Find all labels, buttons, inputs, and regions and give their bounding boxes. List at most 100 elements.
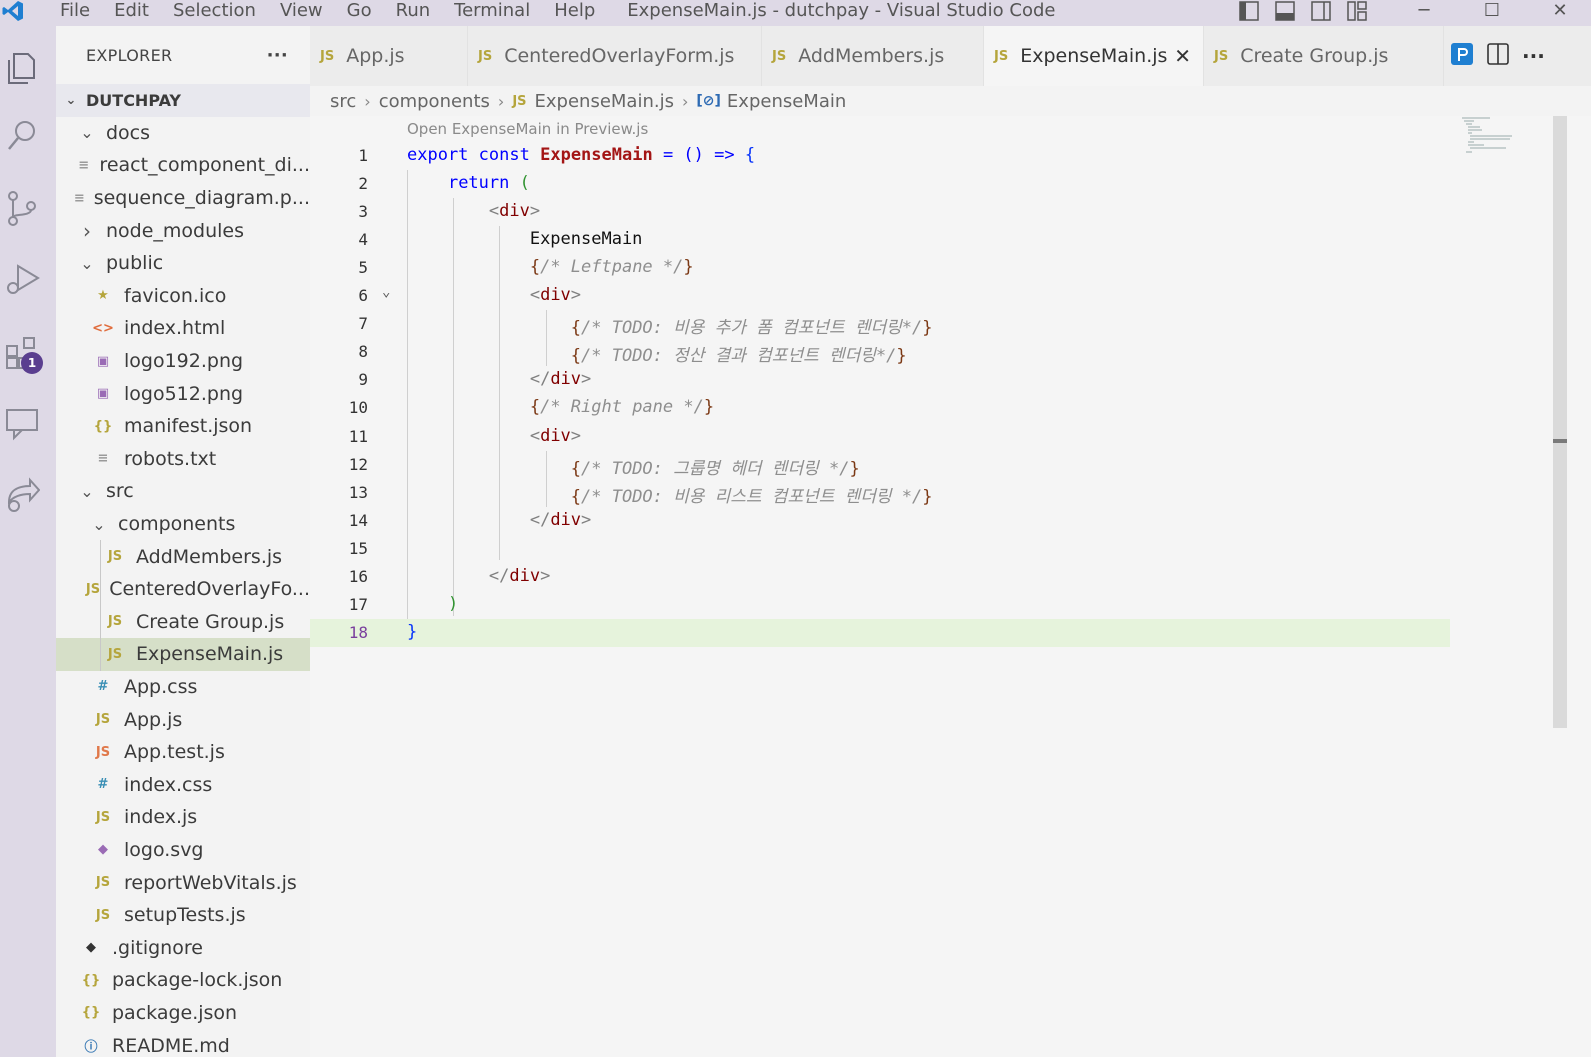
toggle-panel-icon[interactable] <box>1274 0 1296 22</box>
tree-item[interactable]: JS reportWebVitals.js <box>56 866 310 899</box>
js-file-icon: JS <box>772 48 787 64</box>
tree-item[interactable]: JS index.js <box>56 801 310 834</box>
explorer-icon[interactable] <box>2 44 42 88</box>
tree-item[interactable]: ≡ sequence_diagram.p... <box>56 182 310 215</box>
breadcrumb-symbol[interactable]: ExpenseMain <box>727 91 846 112</box>
window-title: ExpenseMain.js - dutchpay - Visual Studi… <box>627 0 1056 21</box>
tree-item[interactable]: {} package.json <box>56 997 310 1030</box>
tree-item[interactable]: JS App.js <box>56 703 310 736</box>
remote-explorer-icon[interactable] <box>2 400 42 444</box>
text-file-icon: ≡ <box>97 451 109 467</box>
toggle-secondary-sidebar-icon[interactable] <box>1310 0 1332 22</box>
menu-file[interactable]: File <box>48 0 102 26</box>
info-icon: ⓘ <box>84 1040 98 1056</box>
customize-layout-icon[interactable] <box>1346 0 1368 22</box>
tree-item[interactable]: ≡ robots.txt <box>56 443 310 476</box>
run-debug-icon[interactable] <box>2 256 42 300</box>
css-file-icon: # <box>97 679 109 695</box>
source-control-icon[interactable] <box>2 186 42 230</box>
tree-item-label: react_component_di... <box>99 154 310 177</box>
menu-run[interactable]: Run <box>384 0 443 26</box>
tree-indent-guide <box>100 540 101 573</box>
tab-create-group-js[interactable]: JS Create Group.js <box>1204 26 1444 86</box>
tab-expense-main-js[interactable]: JS ExpenseMain.js ✕ <box>984 26 1204 86</box>
breadcrumb-components[interactable]: components <box>379 91 490 112</box>
tree-item[interactable]: JS ExpenseMain.js <box>56 638 310 671</box>
menu-selection[interactable]: Selection <box>161 0 268 26</box>
tree-item[interactable]: # App.css <box>56 671 310 704</box>
code-text: </div> <box>529 369 592 389</box>
preview-js-icon[interactable] <box>1450 42 1474 70</box>
tree-item[interactable]: ◆ logo.svg <box>56 834 310 867</box>
chevron-right-icon: › <box>497 91 505 111</box>
tree-item[interactable]: {} package-lock.json <box>56 964 310 997</box>
chevron-right-icon: › <box>364 91 371 111</box>
minimap[interactable] <box>1460 116 1530 156</box>
menu-go[interactable]: Go <box>335 0 384 26</box>
menu-view[interactable]: View <box>268 0 335 26</box>
explorer-more-actions-icon[interactable]: ··· <box>267 45 288 66</box>
code-text: return ( <box>447 173 530 193</box>
tree-item[interactable]: ⌄ public <box>56 247 310 280</box>
image-file-icon: ▣ <box>96 353 110 369</box>
chevron-down-icon: ⌄ <box>92 514 106 534</box>
tree-item[interactable]: ▣ logo192.png <box>56 345 310 378</box>
vscode-logo-icon[interactable] <box>0 0 48 26</box>
menu-terminal[interactable]: Terminal <box>442 0 542 26</box>
maximize-button[interactable]: ☐ <box>1458 0 1526 24</box>
tree-item[interactable]: › node_modules <box>56 214 310 247</box>
split-editor-icon[interactable] <box>1486 42 1510 70</box>
tree-item[interactable]: ⌄ components <box>56 508 310 541</box>
minimize-button[interactable]: ─ <box>1390 0 1458 24</box>
workspace-root[interactable]: ⌄ DUTCHPAY <box>56 84 310 117</box>
search-icon[interactable] <box>2 114 42 158</box>
close-window-button[interactable]: ✕ <box>1526 0 1591 24</box>
tree-item-label: docs <box>106 121 151 144</box>
vscode-window: File Edit Selection View Go Run Terminal… <box>0 0 1591 1057</box>
tree-item[interactable]: JS CenteredOverlayFo... <box>56 572 310 606</box>
tree-item-label: App.js <box>124 708 183 731</box>
tree-item[interactable]: JS App.test.js <box>56 736 310 769</box>
breadcrumb-file[interactable]: ExpenseMain.js <box>535 91 674 112</box>
tab-centered-overlay-form-js[interactable]: JS CenteredOverlayForm.js <box>468 26 762 86</box>
tree-item[interactable]: # index.css <box>56 768 310 801</box>
more-actions-icon[interactable]: ··· <box>1522 44 1545 68</box>
tree-item[interactable]: ⌄ docs <box>56 117 310 150</box>
tree-item[interactable]: JS setupTests.js <box>56 899 310 932</box>
tree-item[interactable]: JS AddMembers.js <box>56 540 310 573</box>
close-tab-icon[interactable]: ✕ <box>1174 44 1191 68</box>
tab-app-js[interactable]: JS App.js <box>310 26 468 86</box>
code-text: </div> <box>529 510 592 530</box>
breadcrumb-src[interactable]: src <box>330 91 356 112</box>
menu-help[interactable]: Help <box>542 0 607 26</box>
tree-item-label: package-lock.json <box>112 969 283 992</box>
tree-item[interactable]: {} manifest.json <box>56 410 310 443</box>
line-number: 9 <box>358 370 368 389</box>
tree-item-label: index.html <box>124 317 226 340</box>
menu-edit[interactable]: Edit <box>102 0 161 26</box>
explorer-sidebar: EXPLORER ··· ⌄ DUTCHPAY ⌄ docs ≡ react_comp… <box>56 26 310 1057</box>
tree-item[interactable]: ⌄ src <box>56 475 310 508</box>
text-file-icon: ≡ <box>73 190 85 206</box>
tree-item[interactable]: ⓘ README.md <box>56 1029 310 1057</box>
tree-item[interactable]: ★ favicon.ico <box>56 280 310 313</box>
editor-actions: ··· <box>1450 26 1545 86</box>
tree-indent-guide <box>100 572 101 606</box>
codelens-open-preview[interactable]: Open ExpenseMain in Preview.js <box>407 120 648 138</box>
toggle-primary-sidebar-icon[interactable] <box>1238 0 1260 22</box>
line-number: 16 <box>348 567 368 586</box>
tree-item[interactable]: ≡ react_component_di... <box>56 149 310 182</box>
line-number: 4 <box>358 230 368 249</box>
tree-item[interactable]: <> index.html <box>56 312 310 345</box>
fold-chevron-icon[interactable]: ⌄ <box>382 284 390 300</box>
line-number: 1 <box>358 146 368 165</box>
chevron-down-icon: ⌄ <box>80 481 94 501</box>
live-share-icon[interactable] <box>2 472 42 516</box>
breadcrumb: src › components › JS ExpenseMain.js › [… <box>330 86 846 116</box>
tree-item[interactable]: ◆ .gitignore <box>56 931 310 964</box>
vertical-scrollbar[interactable] <box>1553 116 1567 728</box>
code-editor[interactable]: Open ExpenseMain in Preview.js 1 export … <box>310 116 1591 1057</box>
tree-item[interactable]: ▣ logo512.png <box>56 377 310 410</box>
tree-item[interactable]: JS Create Group.js <box>56 605 310 639</box>
tab-add-members-js[interactable]: JS AddMembers.js <box>762 26 984 86</box>
